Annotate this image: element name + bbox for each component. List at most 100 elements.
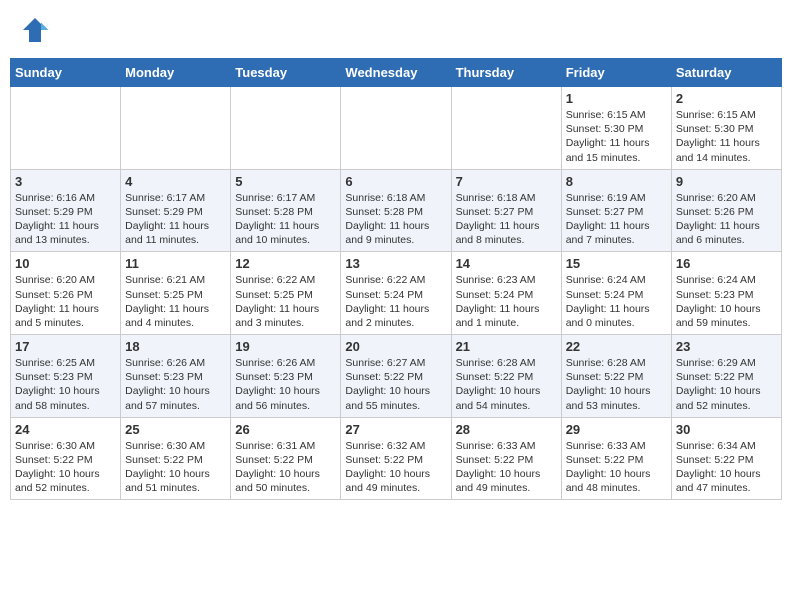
day-number: 20 [345,339,446,354]
calendar-cell: 9Sunrise: 6:20 AM Sunset: 5:26 PM Daylig… [671,169,781,252]
calendar-cell: 17 Sunrise: 6:25 AM Sunset: 5:23 PM Dayli… [11,335,121,418]
day-number: 14 [456,256,557,271]
day-info: Sunrise: 6:23 AM Sunset: 5:24 PM Dayligh… [456,273,557,330]
day-number: 23 [676,339,777,354]
day-number: 30 [676,422,777,437]
day-number: 10 [15,256,116,271]
calendar-week-2: 3 Sunrise: 6:16 AM Sunset: 5:29 PM Daylig… [11,169,782,252]
calendar-cell: 14 Sunrise: 6:23 AM Sunset: 5:24 PM Dayli… [451,252,561,335]
day-info: Sunrise: 6:15 AM Sunset: 5:30 PM Dayligh… [566,108,667,165]
day-number: 13 [345,256,446,271]
calendar-cell: 10 Sunrise: 6:20 AM Sunset: 5:26 PM Dayli… [11,252,121,335]
day-number: 16 [676,256,777,271]
page-header [10,10,782,50]
day-number: 29 [566,422,667,437]
day-info: Sunrise: 6:32 AM Sunset: 5:22 PM Dayligh… [345,439,446,496]
calendar-cell: 1 Sunrise: 6:15 AM Sunset: 5:30 PM Daylig… [561,87,671,170]
calendar-cell: 11 Sunrise: 6:21 AM Sunset: 5:25 PM Dayli… [121,252,231,335]
day-info: Sunrise: 6:19 AM Sunset: 5:27 PM Dayligh… [566,191,667,248]
day-info: Sunrise: 6:17 AM Sunset: 5:29 PM Dayligh… [125,191,226,248]
day-number: 25 [125,422,226,437]
day-number: 12 [235,256,336,271]
day-number: 2 [676,91,777,106]
calendar-cell: 19 Sunrise: 6:26 AM Sunset: 5:23 PM Dayli… [231,335,341,418]
day-info: Sunrise: 6:25 AM Sunset: 5:23 PM Dayligh… [15,356,116,413]
day-info: Sunrise: 6:29 AM Sunset: 5:22 PM Dayligh… [676,356,777,413]
day-number: 27 [345,422,446,437]
day-number: 9 [676,174,777,189]
day-info: Sunrise: 6:24 AM Sunset: 5:23 PM Dayligh… [676,273,777,330]
weekday-header-friday: Friday [561,59,671,87]
calendar-week-3: 10 Sunrise: 6:20 AM Sunset: 5:26 PM Dayli… [11,252,782,335]
day-number: 24 [15,422,116,437]
calendar-header-row: SundayMondayTuesdayWednesdayThursdayFrid… [11,59,782,87]
calendar-cell: 16 Sunrise: 6:24 AM Sunset: 5:23 PM Dayli… [671,252,781,335]
logo-icon [20,15,50,45]
calendar-cell: 13 Sunrise: 6:22 AM Sunset: 5:24 PM Dayli… [341,252,451,335]
day-info: Sunrise: 6:28 AM Sunset: 5:22 PM Dayligh… [456,356,557,413]
calendar-cell: 5 Sunrise: 6:17 AM Sunset: 5:28 PM Daylig… [231,169,341,252]
day-info: Sunrise: 6:17 AM Sunset: 5:28 PM Dayligh… [235,191,336,248]
calendar-cell: 8Sunrise: 6:19 AM Sunset: 5:27 PM Daylig… [561,169,671,252]
calendar-cell: 23 Sunrise: 6:29 AM Sunset: 5:22 PM Dayli… [671,335,781,418]
day-info: Sunrise: 6:27 AM Sunset: 5:22 PM Dayligh… [345,356,446,413]
day-info: Sunrise: 6:22 AM Sunset: 5:24 PM Dayligh… [345,273,446,330]
day-info: Sunrise: 6:18 AM Sunset: 5:27 PM Dayligh… [456,191,557,248]
day-number: 6 [345,174,446,189]
day-number: 5 [235,174,336,189]
logo [20,15,54,45]
calendar-week-5: 24 Sunrise: 6:30 AM Sunset: 5:22 PM Dayli… [11,417,782,500]
weekday-header-monday: Monday [121,59,231,87]
calendar-cell [11,87,121,170]
day-info: Sunrise: 6:21 AM Sunset: 5:25 PM Dayligh… [125,273,226,330]
day-number: 22 [566,339,667,354]
day-info: Sunrise: 6:26 AM Sunset: 5:23 PM Dayligh… [125,356,226,413]
calendar-cell: 26 Sunrise: 6:31 AM Sunset: 5:22 PM Dayli… [231,417,341,500]
day-info: Sunrise: 6:20 AM Sunset: 5:26 PM Dayligh… [15,273,116,330]
day-number: 21 [456,339,557,354]
calendar-cell [231,87,341,170]
day-info: Sunrise: 6:26 AM Sunset: 5:23 PM Dayligh… [235,356,336,413]
calendar-cell: 7 Sunrise: 6:18 AM Sunset: 5:27 PM Daylig… [451,169,561,252]
day-info: Sunrise: 6:30 AM Sunset: 5:22 PM Dayligh… [15,439,116,496]
day-info: Sunrise: 6:30 AM Sunset: 5:22 PM Dayligh… [125,439,226,496]
day-info: Sunrise: 6:22 AM Sunset: 5:25 PM Dayligh… [235,273,336,330]
day-info: Sunrise: 6:18 AM Sunset: 5:28 PM Dayligh… [345,191,446,248]
day-number: 4 [125,174,226,189]
day-number: 15 [566,256,667,271]
calendar-cell: 30 Sunrise: 6:34 AM Sunset: 5:22 PM Dayli… [671,417,781,500]
calendar-week-4: 17 Sunrise: 6:25 AM Sunset: 5:23 PM Dayli… [11,335,782,418]
weekday-header-saturday: Saturday [671,59,781,87]
day-info: Sunrise: 6:33 AM Sunset: 5:22 PM Dayligh… [566,439,667,496]
calendar-cell: 18 Sunrise: 6:26 AM Sunset: 5:23 PM Dayli… [121,335,231,418]
day-number: 7 [456,174,557,189]
calendar-table: SundayMondayTuesdayWednesdayThursdayFrid… [10,58,782,500]
day-number: 26 [235,422,336,437]
day-number: 18 [125,339,226,354]
day-number: 28 [456,422,557,437]
day-number: 19 [235,339,336,354]
calendar-cell: 29 Sunrise: 6:33 AM Sunset: 5:22 PM Dayli… [561,417,671,500]
calendar-cell [451,87,561,170]
weekday-header-sunday: Sunday [11,59,121,87]
weekday-header-wednesday: Wednesday [341,59,451,87]
calendar-cell: 22Sunrise: 6:28 AM Sunset: 5:22 PM Dayli… [561,335,671,418]
calendar-cell: 6 Sunrise: 6:18 AM Sunset: 5:28 PM Daylig… [341,169,451,252]
calendar-week-1: 1 Sunrise: 6:15 AM Sunset: 5:30 PM Daylig… [11,87,782,170]
day-number: 17 [15,339,116,354]
day-info: Sunrise: 6:15 AM Sunset: 5:30 PM Dayligh… [676,108,777,165]
calendar-cell: 21 Sunrise: 6:28 AM Sunset: 5:22 PM Dayli… [451,335,561,418]
day-info: Sunrise: 6:34 AM Sunset: 5:22 PM Dayligh… [676,439,777,496]
calendar-cell: 27 Sunrise: 6:32 AM Sunset: 5:22 PM Dayli… [341,417,451,500]
day-info: Sunrise: 6:31 AM Sunset: 5:22 PM Dayligh… [235,439,336,496]
day-info: Sunrise: 6:16 AM Sunset: 5:29 PM Dayligh… [15,191,116,248]
calendar-cell [341,87,451,170]
calendar-cell: 24 Sunrise: 6:30 AM Sunset: 5:22 PM Dayli… [11,417,121,500]
weekday-header-tuesday: Tuesday [231,59,341,87]
weekday-header-thursday: Thursday [451,59,561,87]
day-number: 11 [125,256,226,271]
day-number: 1 [566,91,667,106]
day-number: 3 [15,174,116,189]
calendar-cell: 3 Sunrise: 6:16 AM Sunset: 5:29 PM Daylig… [11,169,121,252]
calendar-cell: 12 Sunrise: 6:22 AM Sunset: 5:25 PM Dayli… [231,252,341,335]
